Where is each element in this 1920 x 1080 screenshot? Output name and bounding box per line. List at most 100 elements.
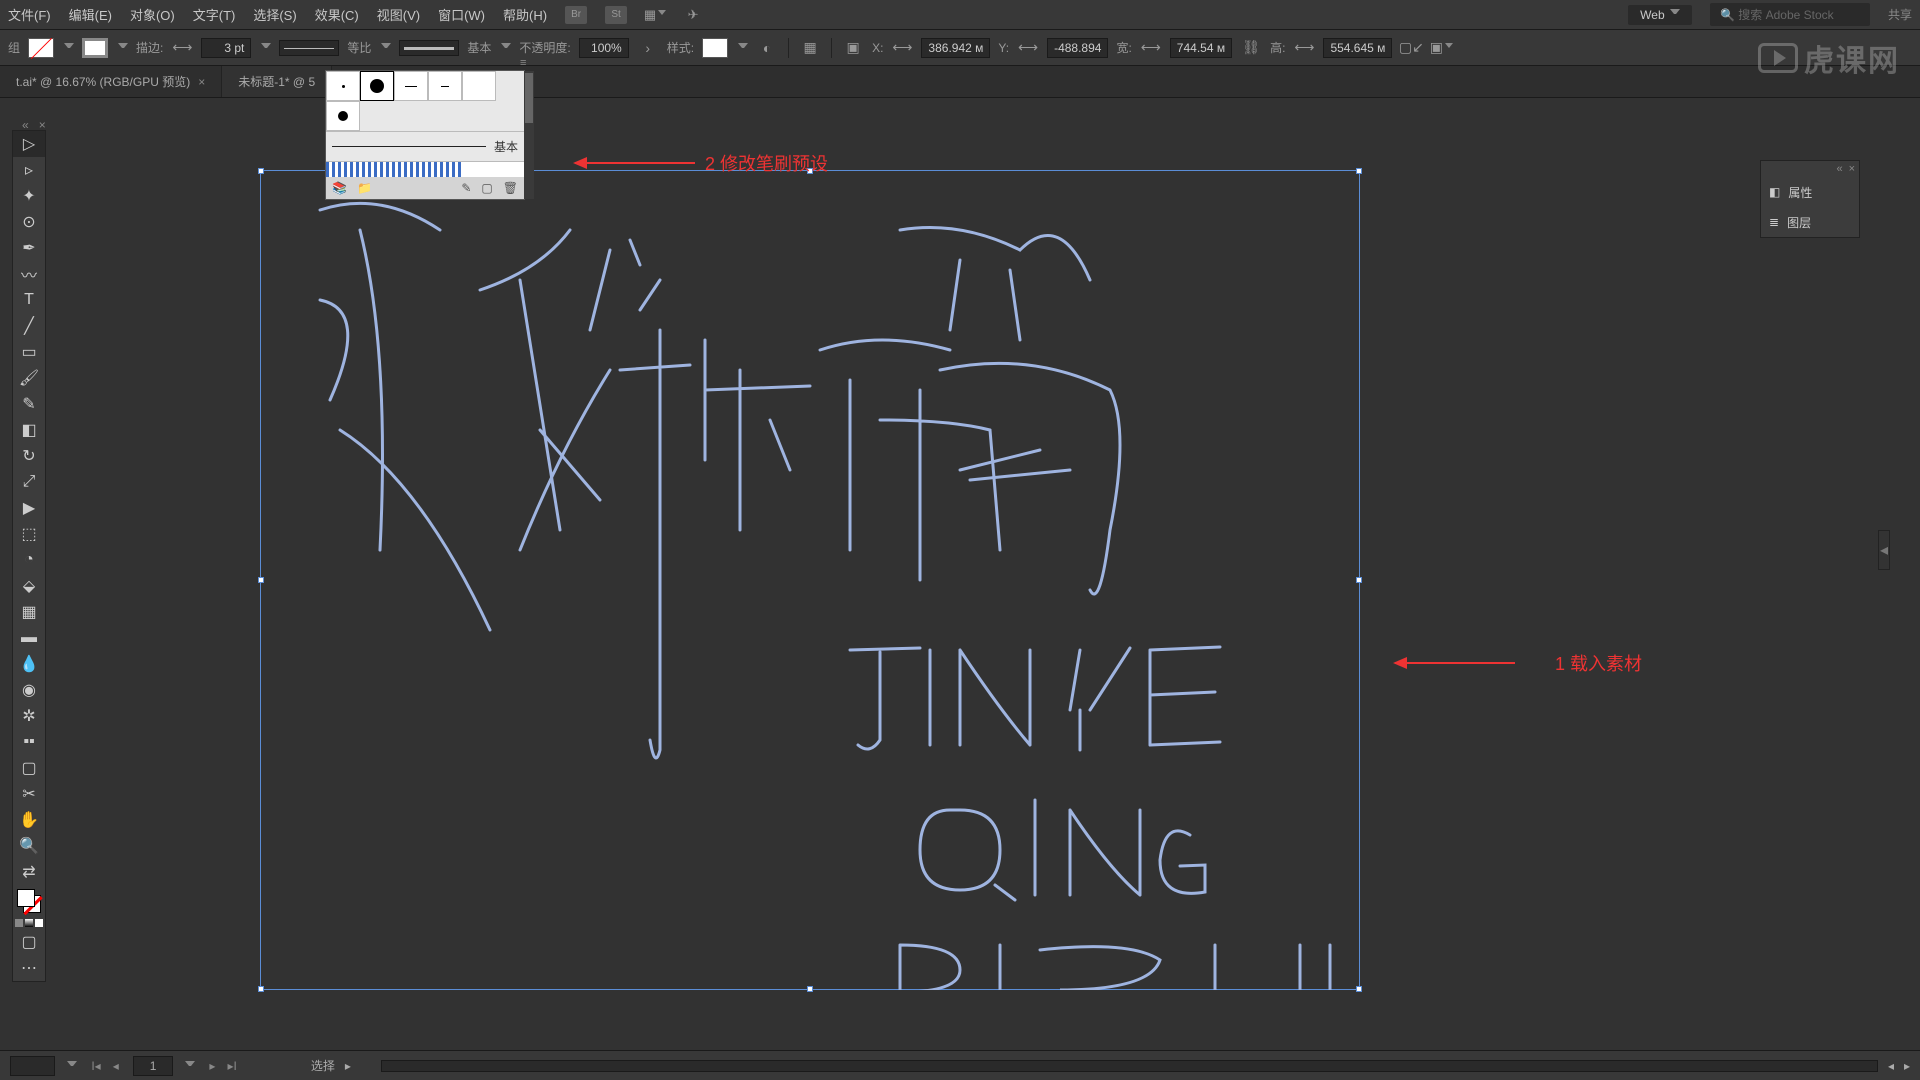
brush-preset-empty[interactable]	[462, 71, 496, 101]
right-panel-expand[interactable]: ◂	[1878, 530, 1890, 570]
popup-menu-icon[interactable]: ≡	[520, 57, 534, 69]
eraser-tool[interactable]: ◧	[13, 417, 45, 443]
opacity-field[interactable]: 100%	[579, 38, 629, 58]
shape-mode-icon[interactable]: ▢↙	[1400, 37, 1422, 59]
x-link-icon[interactable]: ⟷	[891, 37, 913, 59]
curvature-tool[interactable]: 〰	[13, 261, 45, 287]
menu-effect[interactable]: 效果(C)	[315, 5, 359, 24]
screen-mode-tool[interactable]: ▢	[13, 929, 45, 955]
brush-preset-dot2[interactable]	[326, 101, 360, 131]
y-link-icon[interactable]: ⟷	[1017, 37, 1039, 59]
toggle-fill-stroke[interactable]: ⇄	[13, 859, 45, 885]
first-artboard-icon[interactable]: I◂	[87, 1057, 104, 1075]
edit-brush-icon[interactable]: ✎	[461, 181, 471, 195]
brush-preset-dash1[interactable]	[394, 71, 428, 101]
gpu-icon[interactable]: ✈	[683, 5, 703, 25]
column-graph-tool[interactable]: ▪▪	[13, 729, 45, 755]
menu-view[interactable]: 视图(V)	[377, 5, 420, 24]
transform-icon[interactable]: ▣	[842, 37, 864, 59]
rectangle-tool[interactable]: ▭	[13, 339, 45, 365]
stroke-swatch[interactable]	[82, 38, 108, 58]
zoom-tool[interactable]: 🔍	[13, 833, 45, 859]
tab-document-2[interactable]: 未标题-1* @ 5	[222, 66, 332, 97]
brush-preset-dash2[interactable]	[428, 71, 462, 101]
rotate-tool[interactable]: ↻	[13, 443, 45, 469]
selection-bounding-box[interactable]	[260, 170, 1360, 990]
menu-select[interactable]: 选择(S)	[253, 5, 296, 24]
type-tool[interactable]: T	[13, 287, 45, 313]
horizontal-scrollbar[interactable]	[381, 1060, 1878, 1072]
artboard-tool[interactable]: ▢	[13, 755, 45, 781]
brush-preset-dot[interactable]	[326, 71, 360, 101]
edit-toolbar[interactable]: ⋯	[13, 955, 45, 981]
magic-wand-tool[interactable]: ✦	[13, 183, 45, 209]
search-field[interactable]: 🔍 搜索 Adobe Stock	[1710, 3, 1870, 26]
stroke-weight-field[interactable]: 3 pt	[201, 38, 251, 58]
stock-icon[interactable]: St	[605, 6, 627, 24]
width-tool[interactable]: ▶	[13, 495, 45, 521]
menu-file[interactable]: 文件(F)	[8, 5, 51, 24]
scroll-left-icon[interactable]: ◂	[1888, 1059, 1894, 1073]
arrange-icon[interactable]: ▦	[645, 5, 665, 25]
brush-definition[interactable]	[399, 40, 459, 56]
blend-tool[interactable]: ◉	[13, 677, 45, 703]
line-tool[interactable]: ╱	[13, 313, 45, 339]
h-field[interactable]: 554.645 м	[1323, 38, 1392, 58]
x-field[interactable]: 386.942 м	[921, 38, 990, 58]
direct-selection-tool[interactable]: ▹	[13, 157, 45, 183]
selection-tool[interactable]: ▷	[13, 131, 45, 157]
scale-tool[interactable]: ⤢	[13, 469, 45, 495]
y-field[interactable]: -488.894	[1047, 38, 1108, 58]
folder-icon[interactable]: 📁	[357, 181, 372, 195]
layers-panel-button[interactable]: ≣ 图层	[1761, 207, 1859, 237]
mesh-tool[interactable]: ▦	[13, 599, 45, 625]
lasso-tool[interactable]: ⊙	[13, 209, 45, 235]
last-artboard-icon[interactable]: ▸I	[223, 1057, 240, 1075]
h-link-icon[interactable]: ⟷	[1293, 37, 1315, 59]
wh-link-icon[interactable]: ⛓	[1240, 37, 1262, 59]
menu-help[interactable]: 帮助(H)	[503, 5, 547, 24]
stroke-profile[interactable]	[279, 40, 339, 56]
color-mode-icons[interactable]	[13, 917, 45, 929]
pen-tool[interactable]: ✒	[13, 235, 45, 261]
artboard-number[interactable]: 1	[133, 1056, 174, 1076]
library-icon[interactable]: 📚	[332, 181, 347, 195]
next-artboard-icon[interactable]: ▸	[205, 1057, 219, 1075]
isolate-icon[interactable]: ▣	[1430, 37, 1452, 59]
eyedropper-tool[interactable]: 💧	[13, 651, 45, 677]
menu-edit[interactable]: 编辑(E)	[69, 5, 112, 24]
brush-pattern-stroke[interactable]	[326, 161, 524, 177]
hand-tool[interactable]: ✋	[13, 807, 45, 833]
recolor-icon[interactable]: ◐	[756, 37, 778, 59]
perspective-tool[interactable]: ⬙	[13, 573, 45, 599]
slice-tool[interactable]: ✂	[13, 781, 45, 807]
new-brush-icon[interactable]: ▢	[481, 181, 492, 195]
w-link-icon[interactable]: ⟷	[1140, 37, 1162, 59]
tab-document-1[interactable]: t.ai* @ 16.67% (RGB/GPU 预览) ×	[0, 66, 222, 97]
brush-basic-stroke[interactable]: 基本	[326, 131, 524, 161]
close-icon[interactable]: ×	[198, 75, 205, 89]
tool-info-icon[interactable]: ▸	[345, 1059, 351, 1073]
fill-swatch[interactable]	[28, 38, 54, 58]
delete-brush-icon[interactable]: 🗑	[503, 181, 518, 195]
panel-collapse-icon[interactable]: «	[1836, 163, 1842, 175]
gradient-tool[interactable]: ▬	[13, 625, 45, 651]
paintbrush-tool[interactable]: 🖌	[13, 365, 45, 391]
menu-type[interactable]: 文字(T)	[193, 5, 236, 24]
opacity-arrow-icon[interactable]: ›	[637, 37, 659, 59]
pencil-tool[interactable]: ✎	[13, 391, 45, 417]
prev-artboard-icon[interactable]: ◂	[109, 1057, 123, 1075]
menu-object[interactable]: 对象(O)	[130, 5, 175, 24]
free-transform-tool[interactable]: ⬚	[13, 521, 45, 547]
w-field[interactable]: 744.54 м	[1170, 38, 1232, 58]
symbol-sprayer-tool[interactable]: ✲	[13, 703, 45, 729]
align-icon[interactable]: ▦	[799, 37, 821, 59]
brush-preset-bigdot[interactable]	[360, 71, 394, 101]
bridge-icon[interactable]: Br	[565, 6, 587, 24]
style-swatch[interactable]	[702, 38, 728, 58]
shape-builder-tool[interactable]: ◔	[13, 547, 45, 573]
share-button[interactable]: 共享	[1888, 6, 1912, 23]
scroll-right-icon[interactable]: ▸	[1904, 1059, 1910, 1073]
properties-panel-button[interactable]: ◧ 属性	[1761, 177, 1859, 207]
menu-window[interactable]: 窗口(W)	[438, 5, 485, 24]
